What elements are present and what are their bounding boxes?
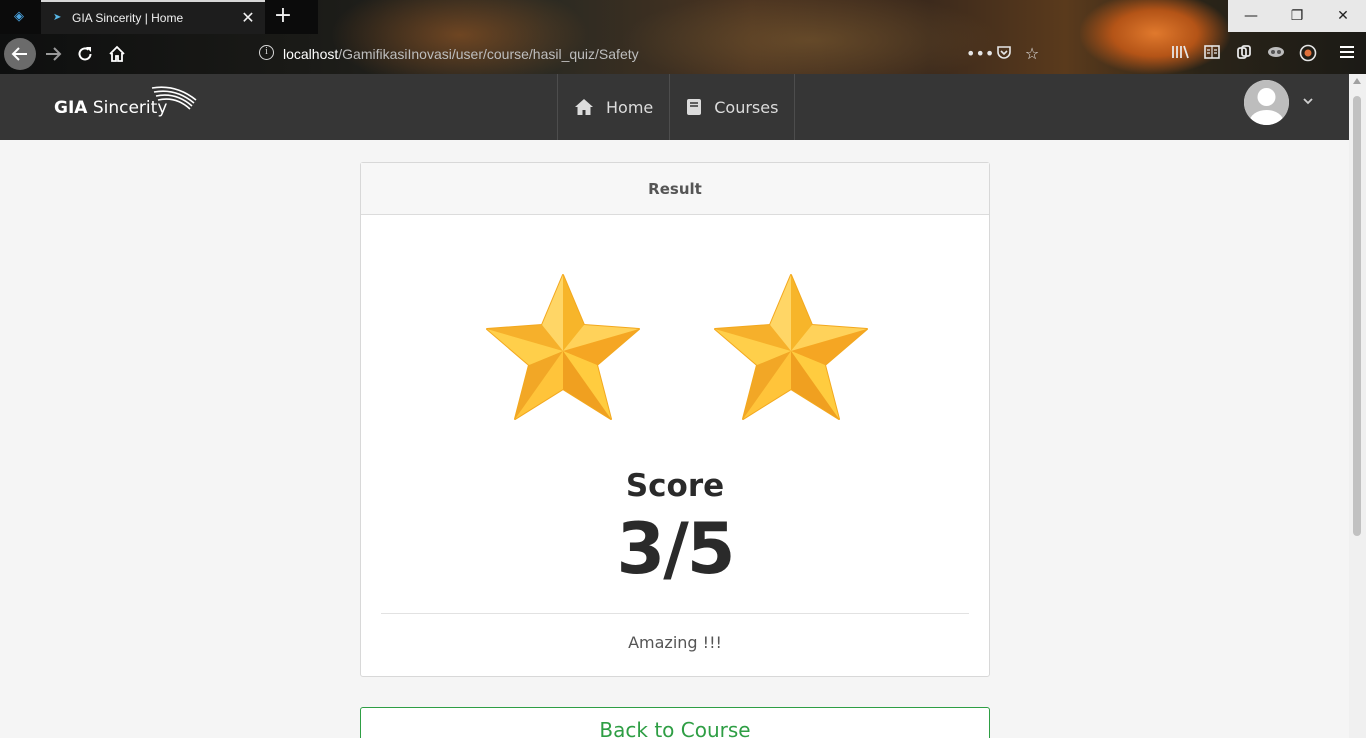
browser-toolbar: i localhost/GamifikasiInovasi/user/cours… (0, 34, 1366, 74)
brand-bold: GIA (54, 98, 88, 118)
back-to-course-button[interactable]: Back to Course (360, 707, 990, 738)
restore-icon: ❐ (1290, 8, 1304, 24)
tab-list-icon[interactable]: ◈ (11, 9, 27, 25)
result-message: Amazing !!! (628, 633, 722, 652)
new-tab-button[interactable]: + (271, 3, 295, 28)
pocket-icon[interactable] (994, 44, 1014, 64)
page-viewport: GIA Sincerity Home Courses Result Score … (0, 74, 1349, 738)
reload-icon (78, 47, 92, 61)
home-icon (109, 45, 125, 62)
extension-shape (1268, 47, 1284, 57)
main-menu: Home Courses (557, 74, 796, 140)
browser-chrome: ◈ ➤ GIA Sincerity | Home ✕ + — ❐ ✕ i loc… (0, 0, 1366, 74)
user-silhouette-icon (1244, 80, 1289, 125)
pocket-shape (997, 46, 1011, 59)
tab-strip: ◈ ➤ GIA Sincerity | Home ✕ + (0, 0, 318, 34)
info-icon[interactable]: i (259, 45, 274, 60)
scroll-up-icon[interactable] (1353, 78, 1361, 84)
back-button[interactable] (4, 38, 36, 70)
brand-wing-icon (151, 86, 197, 110)
forward-arrow-icon (46, 47, 62, 61)
nav-home-label: Home (606, 97, 654, 117)
site-navbar: GIA Sincerity Home Courses (0, 74, 1349, 140)
score-label: Score (625, 468, 725, 504)
book-icon (686, 98, 702, 116)
library-shape (1172, 45, 1189, 59)
restore-button[interactable]: ❐ (1274, 0, 1320, 32)
stars-row (361, 271, 991, 426)
forward-button[interactable] (37, 38, 69, 70)
account-icon[interactable] (1298, 44, 1318, 64)
avatar[interactable] (1244, 80, 1289, 125)
url-bar[interactable]: localhost/GamifikasiInovasi/user/course/… (283, 46, 639, 62)
browser-tab[interactable]: ➤ GIA Sincerity | Home ✕ (41, 0, 265, 34)
scrollbar-thumb[interactable] (1353, 96, 1361, 536)
account-shape (1299, 44, 1317, 62)
reload-button[interactable] (69, 38, 101, 70)
minimize-button[interactable]: — (1228, 0, 1274, 32)
close-tab-icon[interactable]: ✕ (239, 8, 257, 27)
home-button[interactable] (101, 38, 133, 70)
close-window-button[interactable]: ✕ (1320, 0, 1366, 32)
extension-icon[interactable] (1266, 44, 1286, 64)
chevron-down-icon[interactable] (1302, 94, 1314, 108)
url-host: localhost (283, 46, 339, 62)
score-value: 3/5 (616, 508, 736, 590)
menu-icon[interactable] (1337, 44, 1357, 64)
result-card-header: Result (361, 163, 989, 215)
page-scrollbar[interactable] (1349, 74, 1366, 738)
library-icon[interactable] (1170, 44, 1190, 64)
divider (381, 613, 969, 614)
star-icon (486, 274, 640, 420)
close-icon: ✕ (1337, 8, 1349, 24)
bookmark-star-icon[interactable]: ☆ (1022, 44, 1042, 64)
home-icon (574, 98, 594, 116)
reader-view-icon[interactable] (1202, 44, 1222, 64)
tab-title: GIA Sincerity | Home (72, 11, 184, 25)
star-icon (714, 274, 868, 420)
favicon-icon: ➤ (53, 12, 62, 23)
nav-courses-label: Courses (714, 97, 779, 117)
nav-courses[interactable]: Courses (670, 74, 796, 140)
result-card: Result Score 3/5 Amazing !!! (360, 162, 990, 677)
nav-home[interactable]: Home (558, 74, 671, 140)
more-icon[interactable]: ••• (966, 44, 994, 64)
reader-shape (1204, 45, 1220, 59)
menu-shape (1340, 46, 1354, 58)
back-arrow-icon (11, 47, 27, 61)
sync-shape (1237, 45, 1251, 59)
minimize-icon: — (1244, 8, 1258, 24)
sync-icon[interactable] (1234, 44, 1254, 64)
url-path: /GamifikasiInovasi/user/course/hasil_qui… (338, 46, 639, 62)
